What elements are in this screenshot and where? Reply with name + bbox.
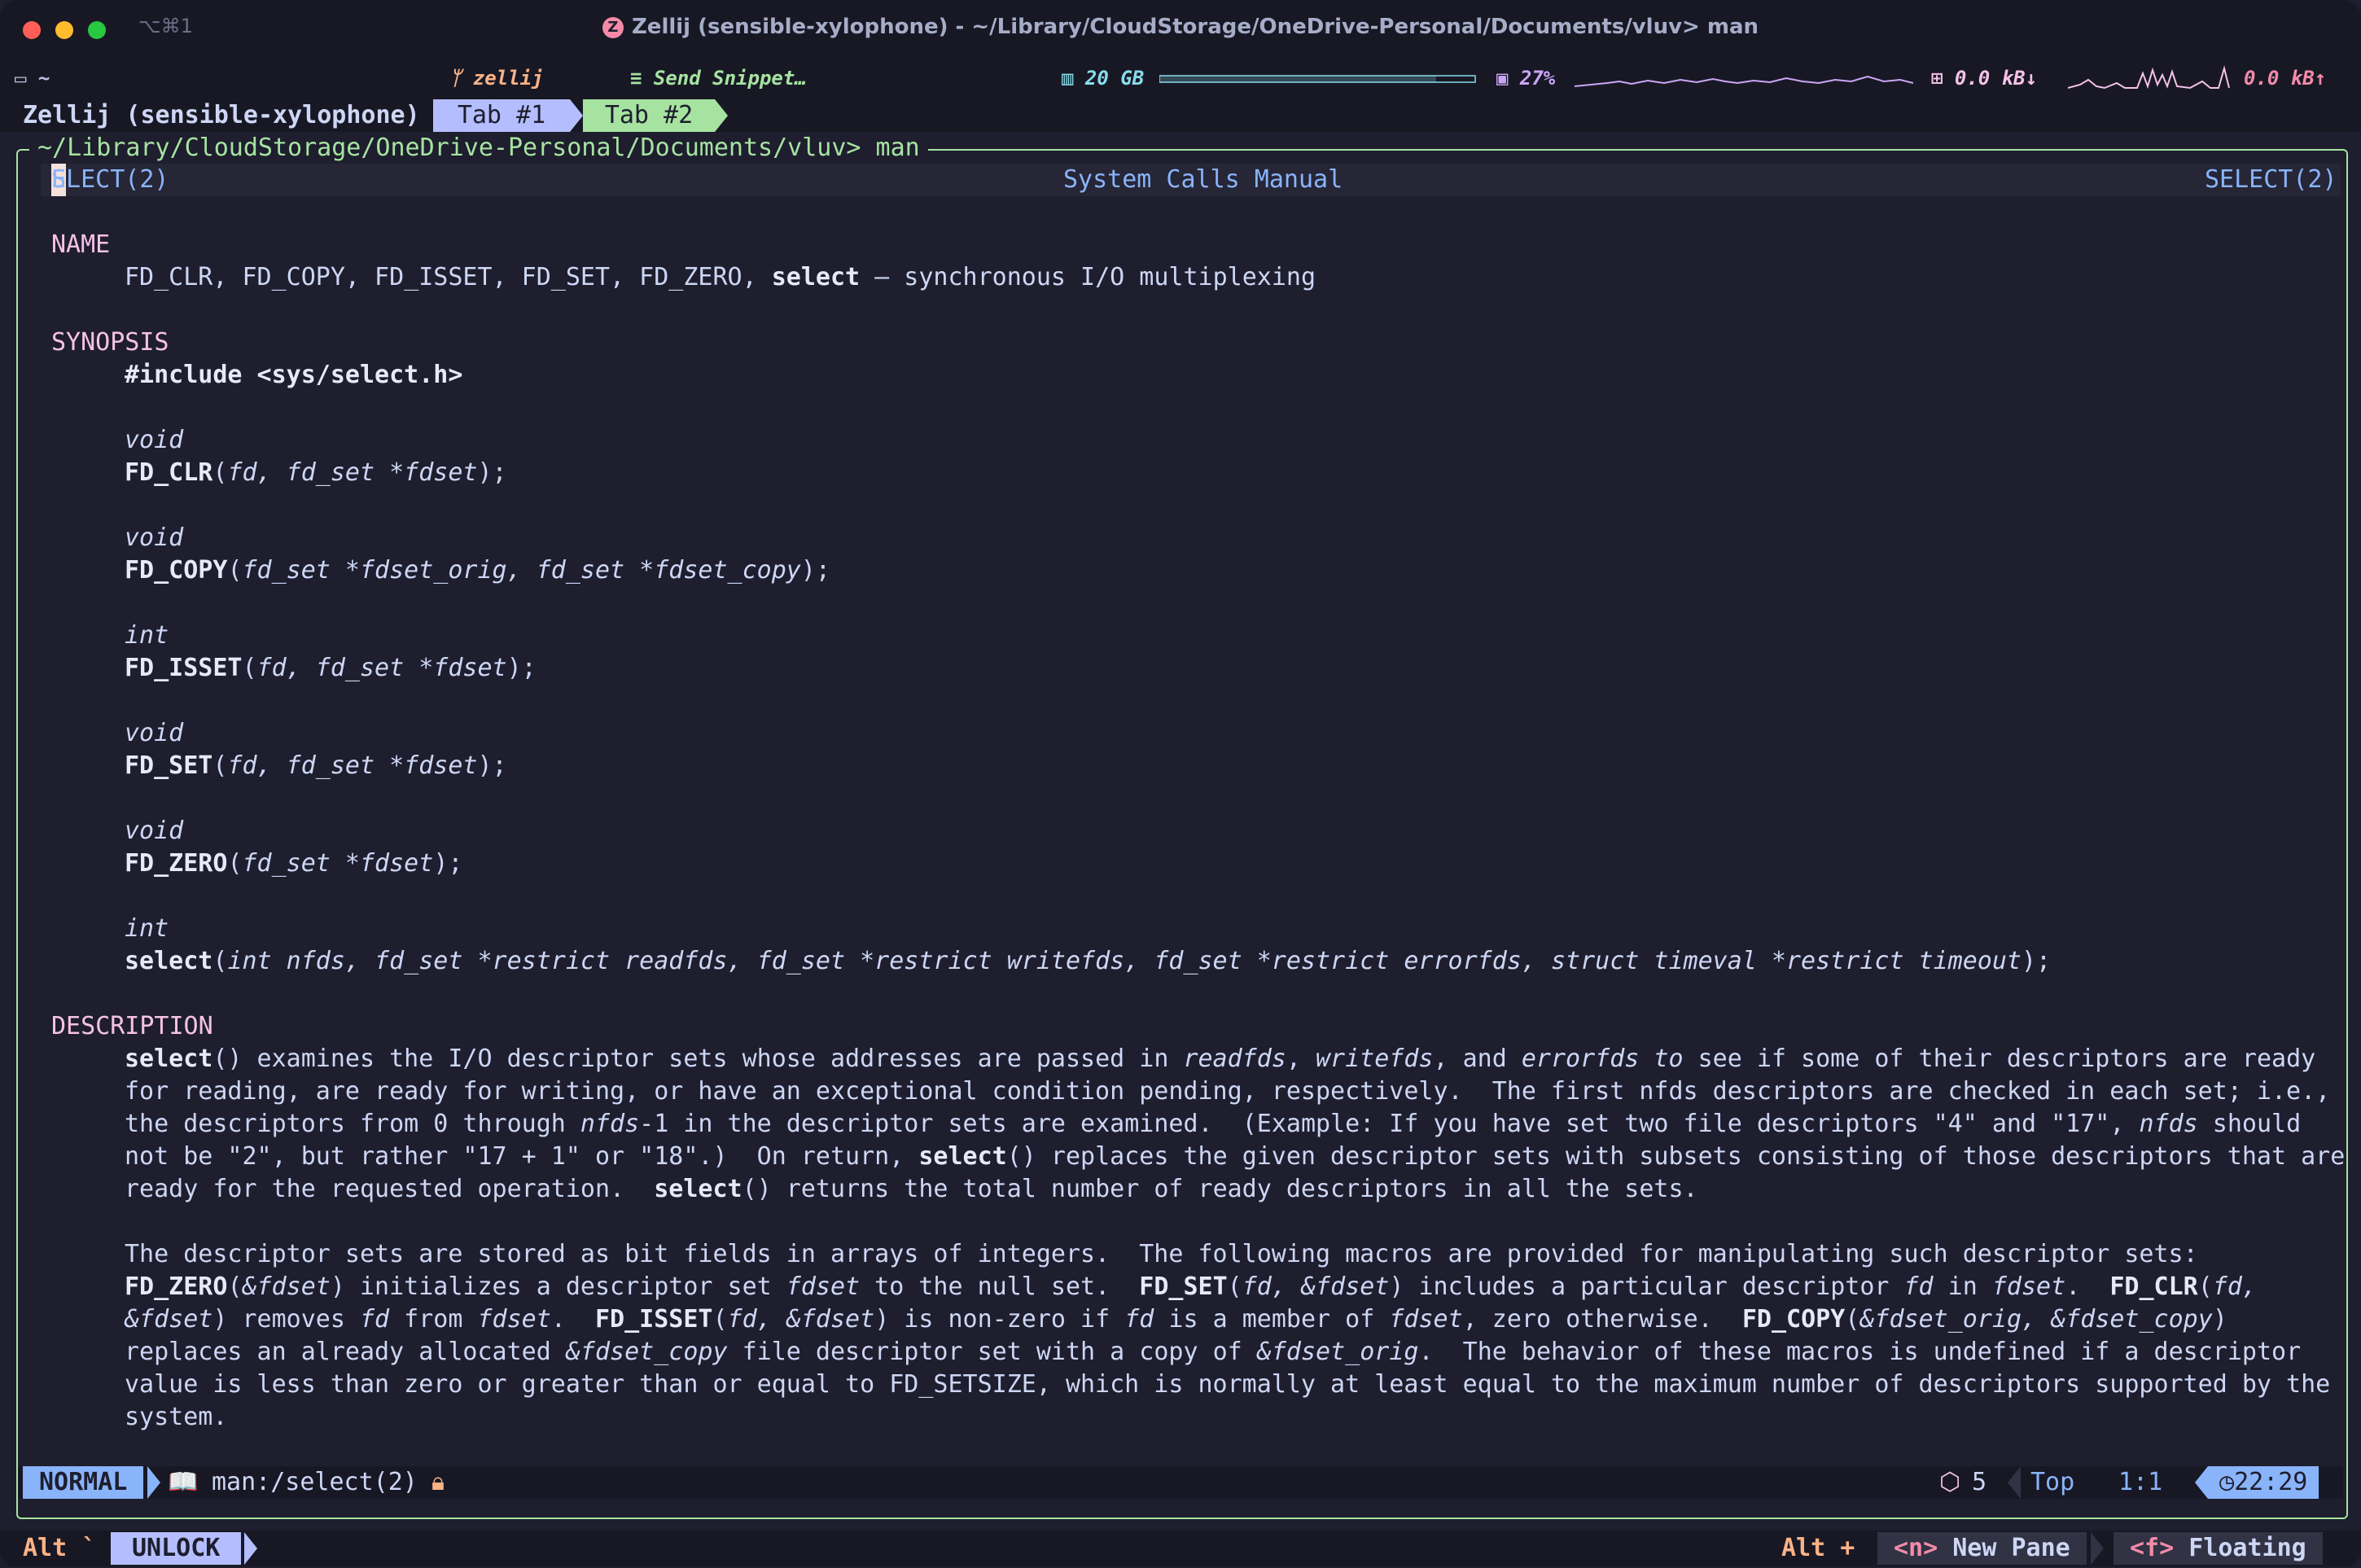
memory-value: 20 GB — [1084, 67, 1145, 90]
section-heading-name: NAME — [51, 230, 111, 259]
proto-return-type: int — [125, 914, 169, 943]
description-line: The descriptor sets are stored as bit fi… — [125, 1240, 2198, 1268]
proto-return-type: void — [125, 817, 184, 845]
window-title: Z Zellij (sensible-xylophone) - ~/Library… — [0, 15, 2361, 39]
new-pane-label: New Pane — [1952, 1534, 2070, 1562]
window-title-text: Zellij (sensible-xylophone) - ~/Library/… — [631, 15, 1759, 39]
description-line: system. — [125, 1403, 228, 1431]
zellij-hints-bar: Alt ` UNLOCK Alt + <n> New Pane <f> Floa… — [0, 1531, 2361, 1566]
section-heading-synopsis: SYNOPSIS — [51, 328, 169, 357]
description-line: replaces an already allocated &fdset_cop… — [125, 1338, 2302, 1366]
cube-icon: ⬡ — [1939, 1468, 1961, 1496]
net-sparkline — [2068, 65, 2230, 90]
vim-file-name: man:/select(2) — [212, 1468, 418, 1496]
app-item[interactable]: ᛘ zellij — [449, 67, 544, 90]
terminal-window: ⌥⌘1 Z Zellij (sensible-xylophone) - ~/Lib… — [0, 0, 2361, 1568]
cpu-icon: ▣ — [1496, 67, 1509, 90]
alt-modifier: Alt + — [1781, 1534, 1855, 1562]
floating-label: Floating — [2188, 1534, 2306, 1562]
tab-2[interactable]: Tab #2 — [583, 99, 715, 132]
new-pane-key: <n> — [1894, 1534, 1938, 1562]
proto-fd-zero: FD_ZERO(fd_set *fdset); — [125, 849, 463, 878]
unlock-button[interactable]: UNLOCK — [111, 1532, 242, 1565]
proto-return-type: void — [125, 523, 184, 552]
vim-cursor-pos: 1:1 — [2118, 1468, 2163, 1496]
memory-bar — [1159, 75, 1476, 83]
new-pane-button[interactable]: <n> New Pane — [1877, 1532, 2087, 1565]
mode-separator — [147, 1466, 160, 1499]
hint-separator — [244, 1532, 257, 1565]
lock-shortcut: Alt ` — [23, 1534, 97, 1562]
send-snippet-label: Send Snippet… — [653, 67, 807, 90]
app-label: zellij — [472, 67, 544, 90]
send-snippet-item[interactable]: ≡ Send Snippet… — [630, 67, 807, 90]
net-down-item: ⊞ 0.0 kB↓ — [1931, 67, 2037, 90]
description-line: value is less than zero or greater than … — [125, 1370, 2331, 1399]
proto-return-type: int — [125, 621, 169, 650]
floating-button[interactable]: <f> Floating — [2114, 1532, 2323, 1565]
session-name: Zellij (sensible-xylophone) — [23, 101, 420, 129]
cpu-item: ▣ 27% — [1496, 67, 1555, 90]
description-line: not be "2", but rather "17 + 1" or "18".… — [125, 1142, 2346, 1171]
cpu-sparkline — [1575, 75, 1913, 87]
proto-fd-isset: FD_ISSET(fd, fd_set *fdset); — [125, 654, 537, 682]
lock-icon: 🔒︎ — [431, 1468, 445, 1496]
man-header-center: System Calls Manual — [1063, 165, 1343, 194]
tab-separator — [420, 99, 433, 132]
pos-separator — [2008, 1466, 2021, 1499]
time-separator — [2195, 1466, 2208, 1499]
name-line: FD_CLR, FD_COPY, FD_ISSET, FD_SET, FD_ZE… — [125, 263, 1316, 291]
zellij-tab-bar: Zellij (sensible-xylophone) Tab #1 Tab #… — [0, 99, 2361, 132]
description-line: &fdset) removes fd from fdset. FD_ISSET(… — [125, 1305, 2227, 1334]
man-header: S ELECT(2) System Calls Manual SELECT(2) — [41, 164, 2341, 196]
directory-label: ~ — [37, 67, 50, 90]
net-down-value: 0.0 kB↓ — [1954, 67, 2038, 90]
vim-clock: ◷22:29 — [2208, 1466, 2319, 1499]
clock-icon: ◷ — [2219, 1468, 2235, 1496]
description-line: select() examines the I/O descriptor set… — [125, 1045, 2316, 1073]
proto-fd-copy: FD_COPY(fd_set *fdset_orig, fd_set *fdse… — [125, 556, 830, 585]
vim-status-line: NORMAL 📖 man:/select(2) 🔒︎ ⬡ 5 Top 1:1 ◷… — [18, 1466, 2343, 1499]
proto-return-type: void — [125, 719, 184, 747]
proto-select: select(int nfds, fd_set *restrict readfd… — [125, 947, 2052, 975]
vim-count: 5 — [1972, 1468, 1987, 1496]
proto-fd-set: FD_SET(fd, fd_set *fdset); — [125, 751, 507, 780]
section-heading-description: DESCRIPTION — [51, 1012, 213, 1040]
man-header-right: SELECT(2) — [2205, 165, 2337, 194]
hint-separator — [2091, 1532, 2104, 1565]
vim-position: Top — [2030, 1468, 2075, 1496]
tab-2-label: Tab #2 — [604, 101, 694, 129]
folder-icon: ▭ — [15, 67, 27, 90]
net-up-value: 0.0 kB↑ — [2244, 67, 2327, 90]
network-icon: ⊞ — [1931, 67, 1943, 90]
include-line: #include <sys/select.h> — [125, 361, 463, 389]
tab-separator — [570, 99, 583, 132]
description-line: ready for the requested operation. selec… — [125, 1175, 1698, 1203]
vim-time: 22:29 — [2234, 1468, 2308, 1496]
memory-item: ▥ 20 GB — [1062, 67, 1144, 90]
tab-1[interactable]: Tab #1 — [433, 99, 570, 132]
description-line: the descriptors from 0 through nfds-1 in… — [125, 1110, 2302, 1138]
zellij-logo-icon: Z — [602, 17, 624, 38]
floating-key: <f> — [2130, 1534, 2175, 1562]
proto-return-type: void — [125, 426, 184, 454]
cpu-value: 27% — [1519, 67, 1556, 90]
tab-1-label: Tab #1 — [457, 101, 546, 129]
vim-mode-badge: NORMAL — [23, 1466, 144, 1499]
proto-fd-clr: FD_CLR(fd, fd_set *fdset); — [125, 458, 507, 487]
title-bar: ⌥⌘1 Z Zellij (sensible-xylophone) - ~/Lib… — [0, 0, 2361, 61]
tab-separator — [715, 99, 728, 132]
list-icon: ≡ — [630, 67, 642, 90]
memory-icon: ▥ — [1062, 67, 1074, 90]
description-line: FD_ZERO(&fdset) initializes a descriptor… — [125, 1272, 2257, 1301]
branch-icon: ᛘ — [449, 67, 462, 90]
book-icon: 📖 — [168, 1468, 199, 1496]
description-line: for reading, are ready for writing, or h… — [125, 1077, 2331, 1106]
terminal-status-strip: ▭ ~ ᛘ zellij ≡ Send Snippet… ▥ 20 GB ▣ 2… — [0, 60, 2361, 99]
pane-title: ~/Library/CloudStorage/OneDrive-Personal… — [29, 132, 928, 164]
directory-item[interactable]: ▭ ~ — [15, 67, 50, 90]
man-header-left-text: ELECT(2) — [51, 165, 169, 194]
